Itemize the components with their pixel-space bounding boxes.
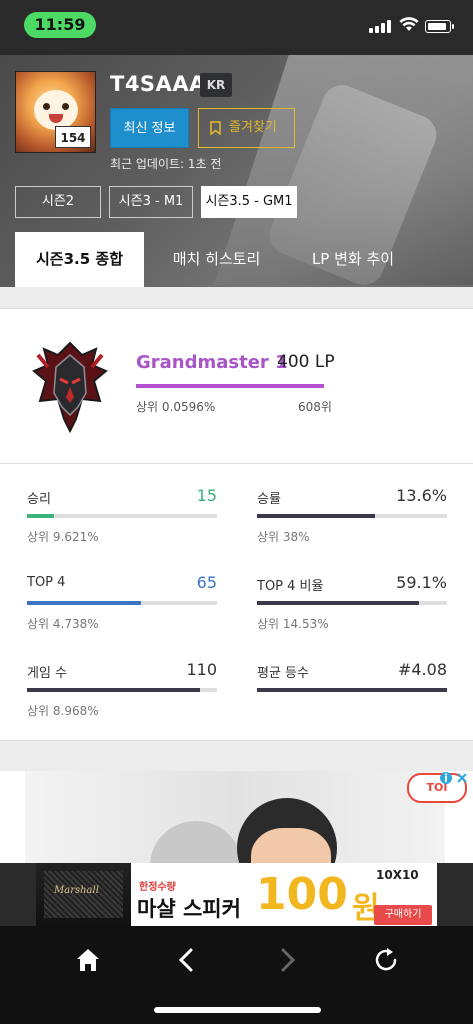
- avatar: 154: [15, 71, 96, 153]
- chevron-left-icon[interactable]: [167, 940, 207, 980]
- stat-label: 승리: [27, 492, 51, 507]
- rank-position: 608위: [298, 400, 332, 414]
- promo-banner[interactable]: 한정수량 마샬 스피커 100 원 10X10 구매하기: [36, 863, 437, 926]
- banner-price: 100: [256, 869, 348, 920]
- speaker-image: [36, 863, 131, 926]
- tab-bar: 시즌3.5 종합 매치 히스토리 LP 변화 추이: [0, 232, 473, 287]
- stat-rank: 상위 8.968%: [27, 704, 99, 718]
- tab-match-history[interactable]: 매치 히스토리: [144, 232, 289, 287]
- battery-icon: [425, 20, 454, 33]
- reload-icon[interactable]: [366, 940, 406, 980]
- summoner-name: T4SAAA: [110, 72, 206, 96]
- stat-label: 승률: [257, 492, 281, 507]
- home-icon[interactable]: [68, 940, 108, 980]
- ad-banner-image[interactable]: TOI: [0, 771, 473, 863]
- stat-value: 65: [196, 573, 217, 592]
- stat-label: TOP 4 비율: [257, 579, 324, 594]
- last-updated: 최근 업데이트: 1초 전: [110, 157, 222, 171]
- wifi-icon: [399, 17, 419, 31]
- banner-buy-button[interactable]: 구매하기: [374, 905, 432, 925]
- stat-bar: [257, 514, 447, 518]
- stat-rank: 상위 38%: [257, 530, 310, 544]
- home-indicator: [154, 1007, 321, 1013]
- status-time: 11:59: [24, 12, 96, 38]
- level-badge: 154: [55, 126, 91, 148]
- stat-value: 110: [186, 660, 217, 679]
- stat-bar: [27, 688, 217, 692]
- signal-icon: [369, 20, 391, 33]
- profile-header: 154 T4SAAA KR 최신 정보 즐겨찾기 최근 업데이트: 1초 전 시…: [0, 55, 473, 287]
- stat-bar: [257, 688, 447, 692]
- stat-bar: [27, 514, 217, 518]
- rank-card: Grandmaster 1 400 LP 상위 0.0596% 608위: [0, 308, 473, 464]
- season-button-3[interactable]: 시즌3 - M1: [109, 186, 193, 218]
- stat-rank: 상위 14.53%: [257, 617, 329, 631]
- stat-bar: [257, 601, 447, 605]
- stat-bar: [27, 601, 217, 605]
- banner-tag: 한정수량: [139, 882, 176, 893]
- favorite-button[interactable]: 즐겨찾기: [198, 108, 295, 148]
- chevron-right-icon[interactable]: [267, 940, 307, 980]
- tab-lp-trend[interactable]: LP 변화 추이: [289, 232, 417, 287]
- stat-label: TOP 4: [27, 575, 66, 590]
- season-button-3-5[interactable]: 시즌3.5 - GM1: [201, 186, 297, 218]
- stat-rank: 상위 9.621%: [27, 530, 99, 544]
- stat-value: 59.1%: [396, 573, 447, 592]
- stats-card: 승리 15 상위 9.621% 승률 13.6% 상위 38% TOP 4 65…: [0, 464, 473, 741]
- bookmark-icon: [210, 121, 221, 135]
- banner-vendor: 10X10: [376, 868, 419, 882]
- region-badge: KR: [200, 73, 232, 97]
- stat-value: 15: [196, 486, 217, 505]
- season-button-2[interactable]: 시즌2: [15, 186, 101, 218]
- stat-label: 게임 수: [27, 666, 68, 681]
- tab-overview[interactable]: 시즌3.5 종합: [15, 232, 144, 287]
- grandmaster-emblem-icon: [32, 341, 108, 433]
- stat-value: 13.6%: [396, 486, 447, 505]
- banner-product: 마샬 스피커: [137, 897, 241, 921]
- tier-name: Grandmaster 1: [136, 352, 288, 373]
- lp-progress-bar: [136, 384, 324, 388]
- league-points: 400 LP: [277, 352, 335, 372]
- season-selector: 시즌2 시즌3 - M1 시즌3.5 - GM1: [15, 186, 297, 218]
- stat-value: #4.08: [397, 660, 447, 679]
- stat-label: 평균 등수: [257, 666, 309, 681]
- refresh-button[interactable]: 최신 정보: [110, 108, 189, 148]
- rank-top-percent: 상위 0.0596%: [136, 400, 216, 414]
- favorite-label: 즐겨찾기: [229, 120, 277, 135]
- ad-info-icon[interactable]: [439, 771, 469, 785]
- stat-rank: 상위 4.738%: [27, 617, 99, 631]
- status-bar: 11:59: [0, 0, 473, 55]
